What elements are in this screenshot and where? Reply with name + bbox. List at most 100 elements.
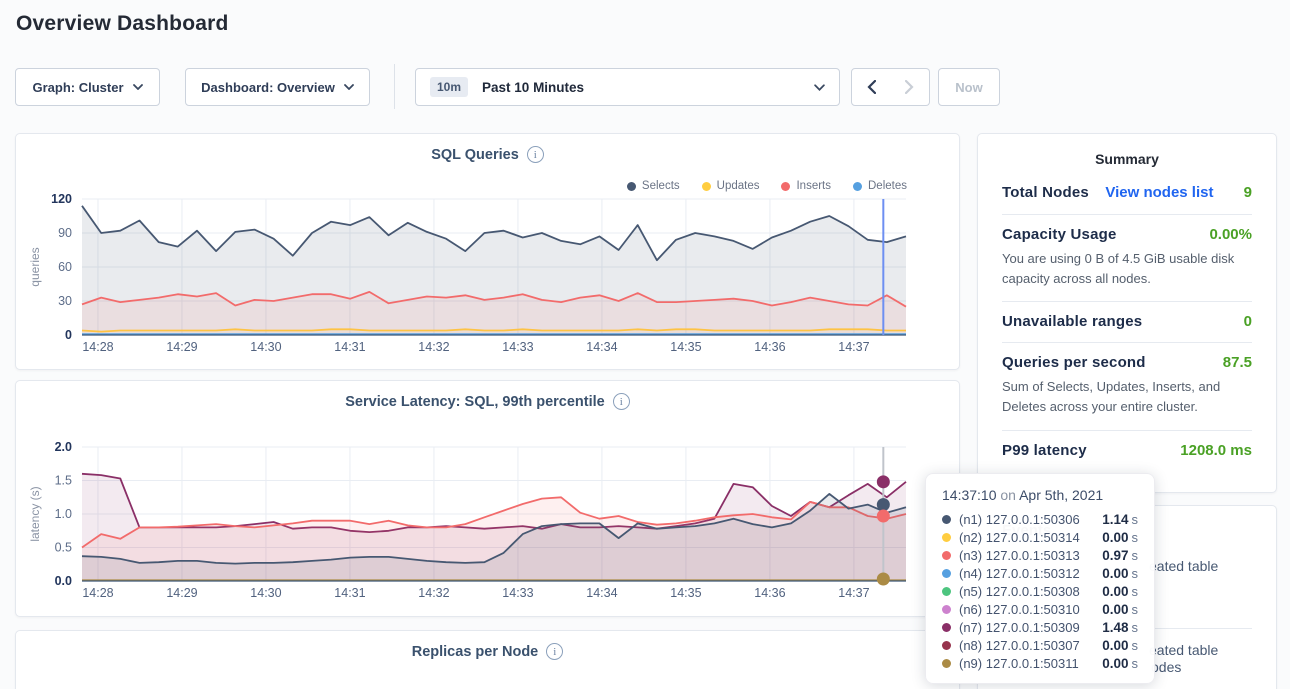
capacity-usage-desc: You are using 0 B of 4.5 GiB usable disk… xyxy=(1002,249,1252,289)
node-color-dot-icon xyxy=(942,623,951,632)
tooltip-node-row: (n2) 127.0.0.1:503140.00s xyxy=(942,528,1138,546)
toolbar-divider xyxy=(394,64,395,109)
svg-text:14:32: 14:32 xyxy=(418,340,449,354)
tooltip-on: on xyxy=(1000,487,1016,503)
svg-text:14:30: 14:30 xyxy=(250,340,281,354)
event-text-fragment: eated table xyxy=(1149,642,1218,658)
time-range-label: Past 10 Minutes xyxy=(482,80,584,95)
summary-row-total-nodes: Total Nodes View nodes list 9 xyxy=(1002,173,1252,215)
tooltip-node-row: (n3) 127.0.0.1:503130.97s xyxy=(942,546,1138,564)
svg-text:1.0: 1.0 xyxy=(55,507,72,521)
graph-dropdown-label: Graph: Cluster xyxy=(32,80,123,95)
capacity-usage-label: Capacity Usage xyxy=(1002,226,1117,243)
summary-row-unavailable-ranges: Unavailable ranges 0 xyxy=(1002,302,1252,343)
event-text-fragment: odes xyxy=(1151,659,1181,675)
sql-queries-chart[interactable]: 0 30 60 90 120 14:28 14:29 14:30 14:31 14:32 14:33… xyxy=(16,134,961,371)
svg-text:14:28: 14:28 xyxy=(82,340,113,354)
event-text-fragment: eated table xyxy=(1149,558,1218,574)
graph-dropdown[interactable]: Graph: Cluster xyxy=(15,68,160,106)
chevron-down-icon xyxy=(133,84,143,90)
svg-text:60: 60 xyxy=(58,260,72,274)
total-nodes-value: 9 xyxy=(1244,184,1252,201)
qps-desc: Sum of Selects, Updates, Inserts, and De… xyxy=(1002,377,1252,417)
chevron-down-icon xyxy=(814,84,825,91)
svg-text:0.0: 0.0 xyxy=(55,574,72,588)
svg-text:14:35: 14:35 xyxy=(670,586,701,600)
node-color-dot-icon xyxy=(942,587,951,596)
p99-latency-label: P99 latency xyxy=(1002,442,1087,459)
node-color-dot-icon xyxy=(942,605,951,614)
node-color-dot-icon xyxy=(942,533,951,542)
node-color-dot-icon xyxy=(942,515,951,524)
tooltip-node-row: (n6) 127.0.0.1:503100.00s xyxy=(942,600,1138,618)
replicas-per-node-chart-title: Replicas per Node xyxy=(412,644,539,660)
tooltip-rows: (n1) 127.0.0.1:503061.14s(n2) 127.0.0.1:… xyxy=(942,510,1138,672)
svg-text:14:37: 14:37 xyxy=(838,586,869,600)
svg-text:14:31: 14:31 xyxy=(334,340,365,354)
tooltip-timestamp: 14:37:10 on Apr 5th, 2021 xyxy=(942,487,1138,503)
node-color-dot-icon xyxy=(942,641,951,650)
chevron-down-icon xyxy=(344,84,354,90)
svg-text:120: 120 xyxy=(51,192,72,206)
summary-panel: Summary Total Nodes View nodes list 9 Ca… xyxy=(977,133,1277,493)
unavailable-ranges-value: 0 xyxy=(1244,313,1252,330)
node-color-dot-icon xyxy=(942,551,951,560)
chevron-right-icon xyxy=(905,80,914,94)
svg-text:14:37: 14:37 xyxy=(838,340,869,354)
svg-text:14:36: 14:36 xyxy=(754,586,785,600)
svg-text:14:33: 14:33 xyxy=(502,586,533,600)
chart-hover-tooltip: 14:37:10 on Apr 5th, 2021 (n1) 127.0.0.1… xyxy=(925,473,1155,684)
tooltip-date: Apr 5th, 2021 xyxy=(1019,487,1103,503)
svg-text:0: 0 xyxy=(65,328,72,342)
overview-dashboard-page: Overview Dashboard Graph: Cluster Dashbo… xyxy=(0,0,1290,689)
svg-text:14:29: 14:29 xyxy=(166,340,197,354)
tooltip-node-row: (n8) 127.0.0.1:503070.00s xyxy=(942,636,1138,654)
svg-text:14:29: 14:29 xyxy=(166,586,197,600)
page-title: Overview Dashboard xyxy=(16,12,229,36)
summary-row-p99: P99 latency 1208.0 ms xyxy=(1002,431,1252,471)
svg-text:0.5: 0.5 xyxy=(55,541,72,555)
svg-text:14:34: 14:34 xyxy=(586,340,617,354)
tooltip-time: 14:37:10 xyxy=(942,487,997,503)
svg-text:14:30: 14:30 xyxy=(250,586,281,600)
dashboard-dropdown[interactable]: Dashboard: Overview xyxy=(185,68,370,106)
chevron-left-icon xyxy=(867,80,876,94)
svg-text:14:31: 14:31 xyxy=(334,586,365,600)
capacity-usage-value: 0.00% xyxy=(1209,226,1252,243)
time-range-badge: 10m xyxy=(430,77,468,97)
replicas-per-node-chart-card: Replicas per Node i xyxy=(15,630,960,689)
info-icon[interactable]: i xyxy=(546,643,563,660)
svg-text:latency (s): latency (s) xyxy=(28,486,42,541)
p99-latency-value: 1208.0 ms xyxy=(1180,442,1252,459)
summary-row-qps: Queries per second 87.5 Sum of Selects, … xyxy=(1002,343,1252,430)
unavailable-ranges-label: Unavailable ranges xyxy=(1002,313,1142,330)
tooltip-node-row: (n4) 127.0.0.1:503120.00s xyxy=(942,564,1138,582)
time-prev-button[interactable] xyxy=(851,68,891,106)
service-latency-chart[interactable]: 0.0 0.5 1.0 1.5 2.0 14:28 14:29 14:30 14:31 14:32… xyxy=(16,381,961,618)
tooltip-node-row: (n1) 127.0.0.1:503061.14s xyxy=(942,510,1138,528)
view-nodes-list-link[interactable]: View nodes list xyxy=(1105,184,1213,201)
svg-text:queries: queries xyxy=(28,247,42,286)
dashboard-dropdown-label: Dashboard: Overview xyxy=(201,80,335,95)
tooltip-node-row: (n5) 127.0.0.1:503080.00s xyxy=(942,582,1138,600)
time-now-button[interactable]: Now xyxy=(938,68,1000,106)
service-latency-chart-card: Service Latency: SQL, 99th percentile i … xyxy=(15,380,960,617)
svg-text:14:32: 14:32 xyxy=(418,586,449,600)
summary-title: Summary xyxy=(1002,151,1252,167)
svg-text:2.0: 2.0 xyxy=(55,440,72,454)
sql-queries-chart-card: SQL Queries i SelectsUpdatesInsertsDelet… xyxy=(15,133,960,370)
total-nodes-label: Total Nodes xyxy=(1002,184,1089,201)
svg-text:14:36: 14:36 xyxy=(754,340,785,354)
qps-label: Queries per second xyxy=(1002,354,1146,371)
svg-text:30: 30 xyxy=(58,294,72,308)
summary-row-capacity: Capacity Usage 0.00% You are using 0 B o… xyxy=(1002,215,1252,302)
time-next-button[interactable] xyxy=(890,68,930,106)
svg-text:90: 90 xyxy=(58,226,72,240)
svg-text:14:33: 14:33 xyxy=(502,340,533,354)
svg-text:14:28: 14:28 xyxy=(82,586,113,600)
svg-text:14:34: 14:34 xyxy=(586,586,617,600)
time-range-picker[interactable]: 10m Past 10 Minutes xyxy=(415,68,840,106)
tooltip-node-row: (n9) 127.0.0.1:503110.00s xyxy=(942,654,1138,672)
svg-text:14:35: 14:35 xyxy=(670,340,701,354)
svg-text:1.5: 1.5 xyxy=(55,474,72,488)
